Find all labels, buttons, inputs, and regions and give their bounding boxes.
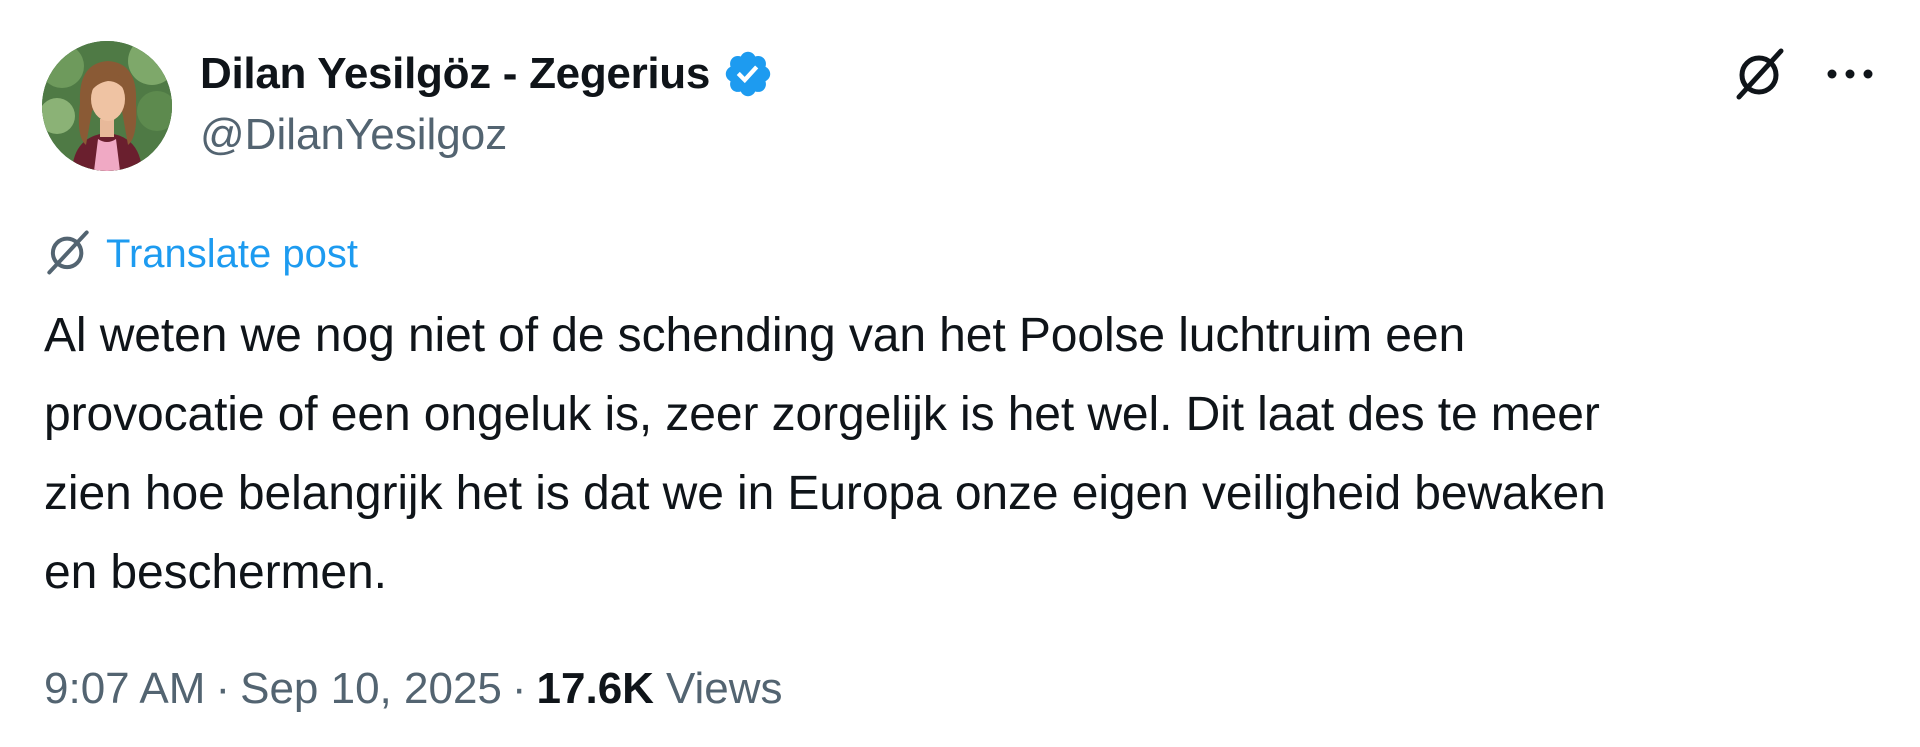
translate-post-label: Translate post [106, 232, 358, 276]
meta-separator: · [215, 664, 231, 713]
translate-post-link[interactable]: Translate post [44, 228, 358, 281]
grok-icon[interactable] [1730, 44, 1790, 104]
post-card: Dilan Yesilgöz - Zegerius @DilanYesilgoz [0, 0, 1920, 747]
post-text: Al weten we nog niet of de schending van… [44, 309, 1606, 599]
post-actions [1730, 44, 1880, 104]
translate-icon [44, 228, 92, 281]
author-handle[interactable]: @DilanYesilgoz [200, 110, 507, 160]
post-meta: 9:07 AM · Sep 10, 2025 · 17.6K Views [44, 664, 783, 714]
post-date[interactable]: Sep 10, 2025 [240, 664, 502, 714]
meta-separator: · [511, 664, 527, 713]
avatar-image [42, 41, 172, 171]
author-name-row: Dilan Yesilgöz - Zegerius [200, 46, 774, 102]
views-count[interactable]: 17.6K [537, 664, 654, 714]
verified-badge-icon[interactable] [722, 48, 774, 100]
avatar[interactable] [42, 41, 172, 171]
post-time[interactable]: 9:07 AM [44, 664, 205, 714]
author-name[interactable]: Dilan Yesilgöz - Zegerius [200, 49, 710, 99]
more-icon[interactable] [1820, 44, 1880, 104]
views-label[interactable]: Views [666, 664, 783, 714]
